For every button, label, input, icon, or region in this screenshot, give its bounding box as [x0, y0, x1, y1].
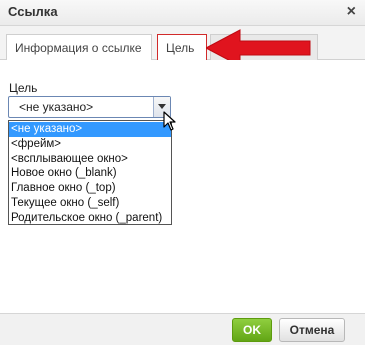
target-select[interactable]: <не указано> — [8, 96, 171, 118]
target-option[interactable]: Родительское окно (_parent) — [9, 211, 171, 226]
target-dropdown-list: <не указано> <фрейм> <всплывающее окно> … — [8, 120, 172, 225]
target-select-value: <не указано> — [19, 100, 94, 114]
target-option[interactable]: <всплывающее окно> — [9, 152, 171, 167]
dialog-title: Ссылка — [8, 4, 58, 19]
ok-button[interactable]: OK — [232, 318, 272, 342]
cancel-button[interactable]: Отмена — [279, 318, 345, 342]
target-option[interactable]: Новое окно (_blank) — [9, 166, 171, 181]
dialog-footer: OK Отмена — [0, 313, 365, 345]
close-icon[interactable]: × — [347, 2, 356, 22]
target-label: Цель — [9, 81, 38, 95]
dialog-content: Цель <не указано> <не указано> <фрейм> <… — [0, 60, 365, 313]
target-option[interactable]: <фрейм> — [9, 137, 171, 152]
target-option[interactable]: <не указано> — [9, 122, 171, 137]
target-option[interactable]: Главное окно (_top) — [9, 181, 171, 196]
link-dialog: Ссылка × Информация о ссылке Дополнитель… — [0, 0, 365, 345]
tab-target[interactable]: Цель — [157, 34, 207, 61]
tab-link-info[interactable]: Информация о ссылке — [6, 34, 152, 60]
target-option[interactable]: Текущее окно (_self) — [9, 196, 171, 211]
mouse-cursor-icon — [163, 111, 176, 131]
dialog-titlebar[interactable]: Ссылка × — [0, 0, 365, 26]
